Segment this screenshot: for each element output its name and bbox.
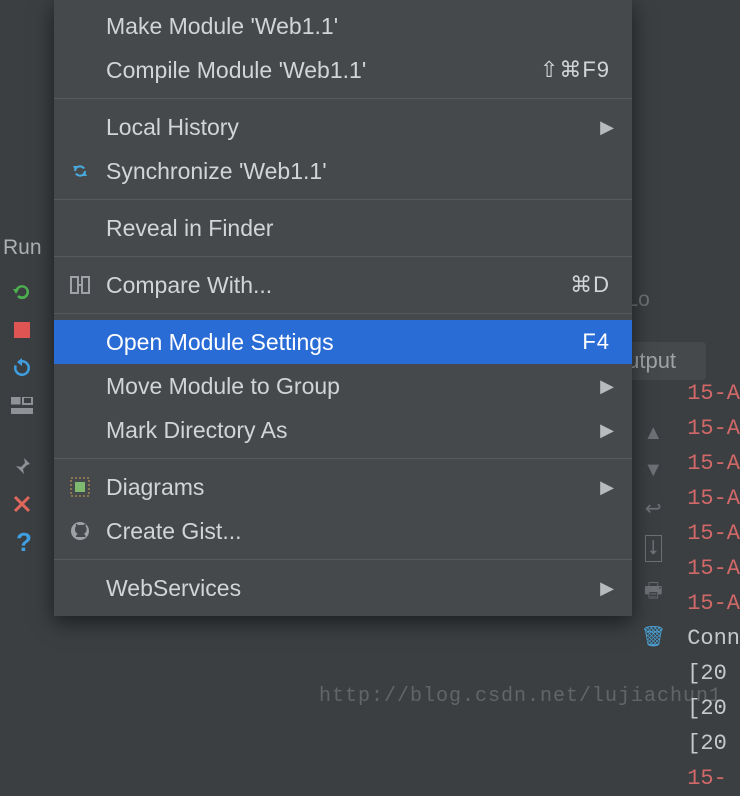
menu-local-history[interactable]: Local History ▶	[54, 105, 632, 149]
menu-open-module-settings[interactable]: Open Module Settings F4	[54, 320, 632, 364]
run-panel-label: Run	[3, 236, 42, 260]
menu-move-module-group[interactable]: Move Module to Group ▶	[54, 364, 632, 408]
print-icon[interactable]: 🖶	[644, 576, 663, 610]
submenu-arrow-icon: ▶	[600, 376, 614, 397]
menu-label: Synchronize 'Web1.1'	[106, 158, 632, 185]
diff-icon	[54, 274, 106, 296]
submenu-arrow-icon: ▶	[600, 578, 614, 599]
submenu-arrow-icon: ▶	[600, 477, 614, 498]
menu-separator	[54, 559, 632, 560]
menu-label: Make Module 'Web1.1'	[106, 13, 632, 40]
console-line: 15-A	[687, 586, 740, 621]
submenu-arrow-icon: ▶	[600, 117, 614, 138]
menu-synchronize[interactable]: Synchronize 'Web1.1'	[54, 149, 632, 193]
menu-make-module[interactable]: Make Module 'Web1.1'	[54, 4, 632, 48]
watermark: http://blog.csdn.net/lujiachun1	[319, 685, 722, 708]
refresh-icon[interactable]	[10, 356, 34, 380]
menu-create-gist[interactable]: Create Gist...	[54, 509, 632, 553]
menu-label: Move Module to Group	[106, 373, 632, 400]
submenu-arrow-icon: ▶	[600, 420, 614, 441]
run-toolbar: ?	[0, 280, 44, 554]
menu-label: Compare With...	[106, 272, 570, 299]
menu-webservices[interactable]: WebServices ▶	[54, 566, 632, 610]
menu-label: Create Gist...	[106, 518, 632, 545]
menu-compare-with[interactable]: Compare With... ⌘D	[54, 263, 632, 307]
menu-label: Mark Directory As	[106, 417, 632, 444]
menu-separator	[54, 458, 632, 459]
console-line: 15-A	[687, 516, 740, 551]
menu-separator	[54, 313, 632, 314]
svg-text:?: ?	[16, 529, 31, 555]
menu-separator	[54, 199, 632, 200]
menu-label: WebServices	[106, 575, 632, 602]
console-line: 15-A	[687, 411, 740, 446]
menu-label: Open Module Settings	[106, 329, 582, 356]
menu-separator	[54, 98, 632, 99]
sync-icon	[54, 159, 106, 183]
menu-reveal-finder[interactable]: Reveal in Finder	[54, 206, 632, 250]
help-icon[interactable]: ?	[10, 530, 34, 554]
wrap-icon[interactable]: ↩	[645, 496, 662, 521]
menu-compile-module[interactable]: Compile Module 'Web1.1' ⇧⌘F9	[54, 48, 632, 92]
console-line: 15-A	[687, 446, 740, 481]
stop-icon[interactable]	[10, 318, 34, 342]
menu-shortcut: ⇧⌘F9	[540, 57, 632, 83]
console-output: 15-A 15-A 15-A 15-A 15-A 15-A 15-A Conn …	[687, 376, 740, 796]
menu-separator	[54, 256, 632, 257]
scroll-end-icon[interactable]: ⭣	[645, 535, 662, 562]
console-line: 15-A	[687, 376, 740, 411]
rerun-icon[interactable]	[10, 280, 34, 304]
menu-label: Local History	[106, 114, 632, 141]
menu-shortcut: ⌘D	[570, 272, 632, 298]
menu-diagrams[interactable]: Diagrams ▶	[54, 465, 632, 509]
pin-icon[interactable]	[10, 454, 34, 478]
layout-icon[interactable]	[10, 394, 34, 418]
console-line: 15-A	[687, 551, 740, 586]
github-icon	[54, 520, 106, 542]
console-side-icons: ▲ ▼ ↩ ⭣ 🖶 🗑	[641, 422, 666, 649]
toolbar-spacer	[10, 432, 34, 440]
console-line: 15-A	[687, 481, 740, 516]
menu-label: Diagrams	[106, 474, 632, 501]
close-icon[interactable]	[10, 492, 34, 516]
context-menu: Make Module 'Web1.1' Compile Module 'Web…	[54, 0, 632, 616]
console-line: Conn	[687, 621, 740, 656]
console-line: 15-	[687, 761, 740, 796]
menu-shortcut: F4	[582, 329, 632, 355]
trash-icon[interactable]: 🗑	[641, 624, 666, 649]
diagram-icon	[54, 476, 106, 498]
up-icon[interactable]: ▲	[643, 422, 663, 445]
menu-label: Compile Module 'Web1.1'	[106, 57, 540, 84]
menu-mark-directory[interactable]: Mark Directory As ▶	[54, 408, 632, 452]
console-line: [20	[687, 726, 740, 761]
menu-label: Reveal in Finder	[106, 215, 632, 242]
down-icon[interactable]: ▼	[643, 459, 663, 482]
